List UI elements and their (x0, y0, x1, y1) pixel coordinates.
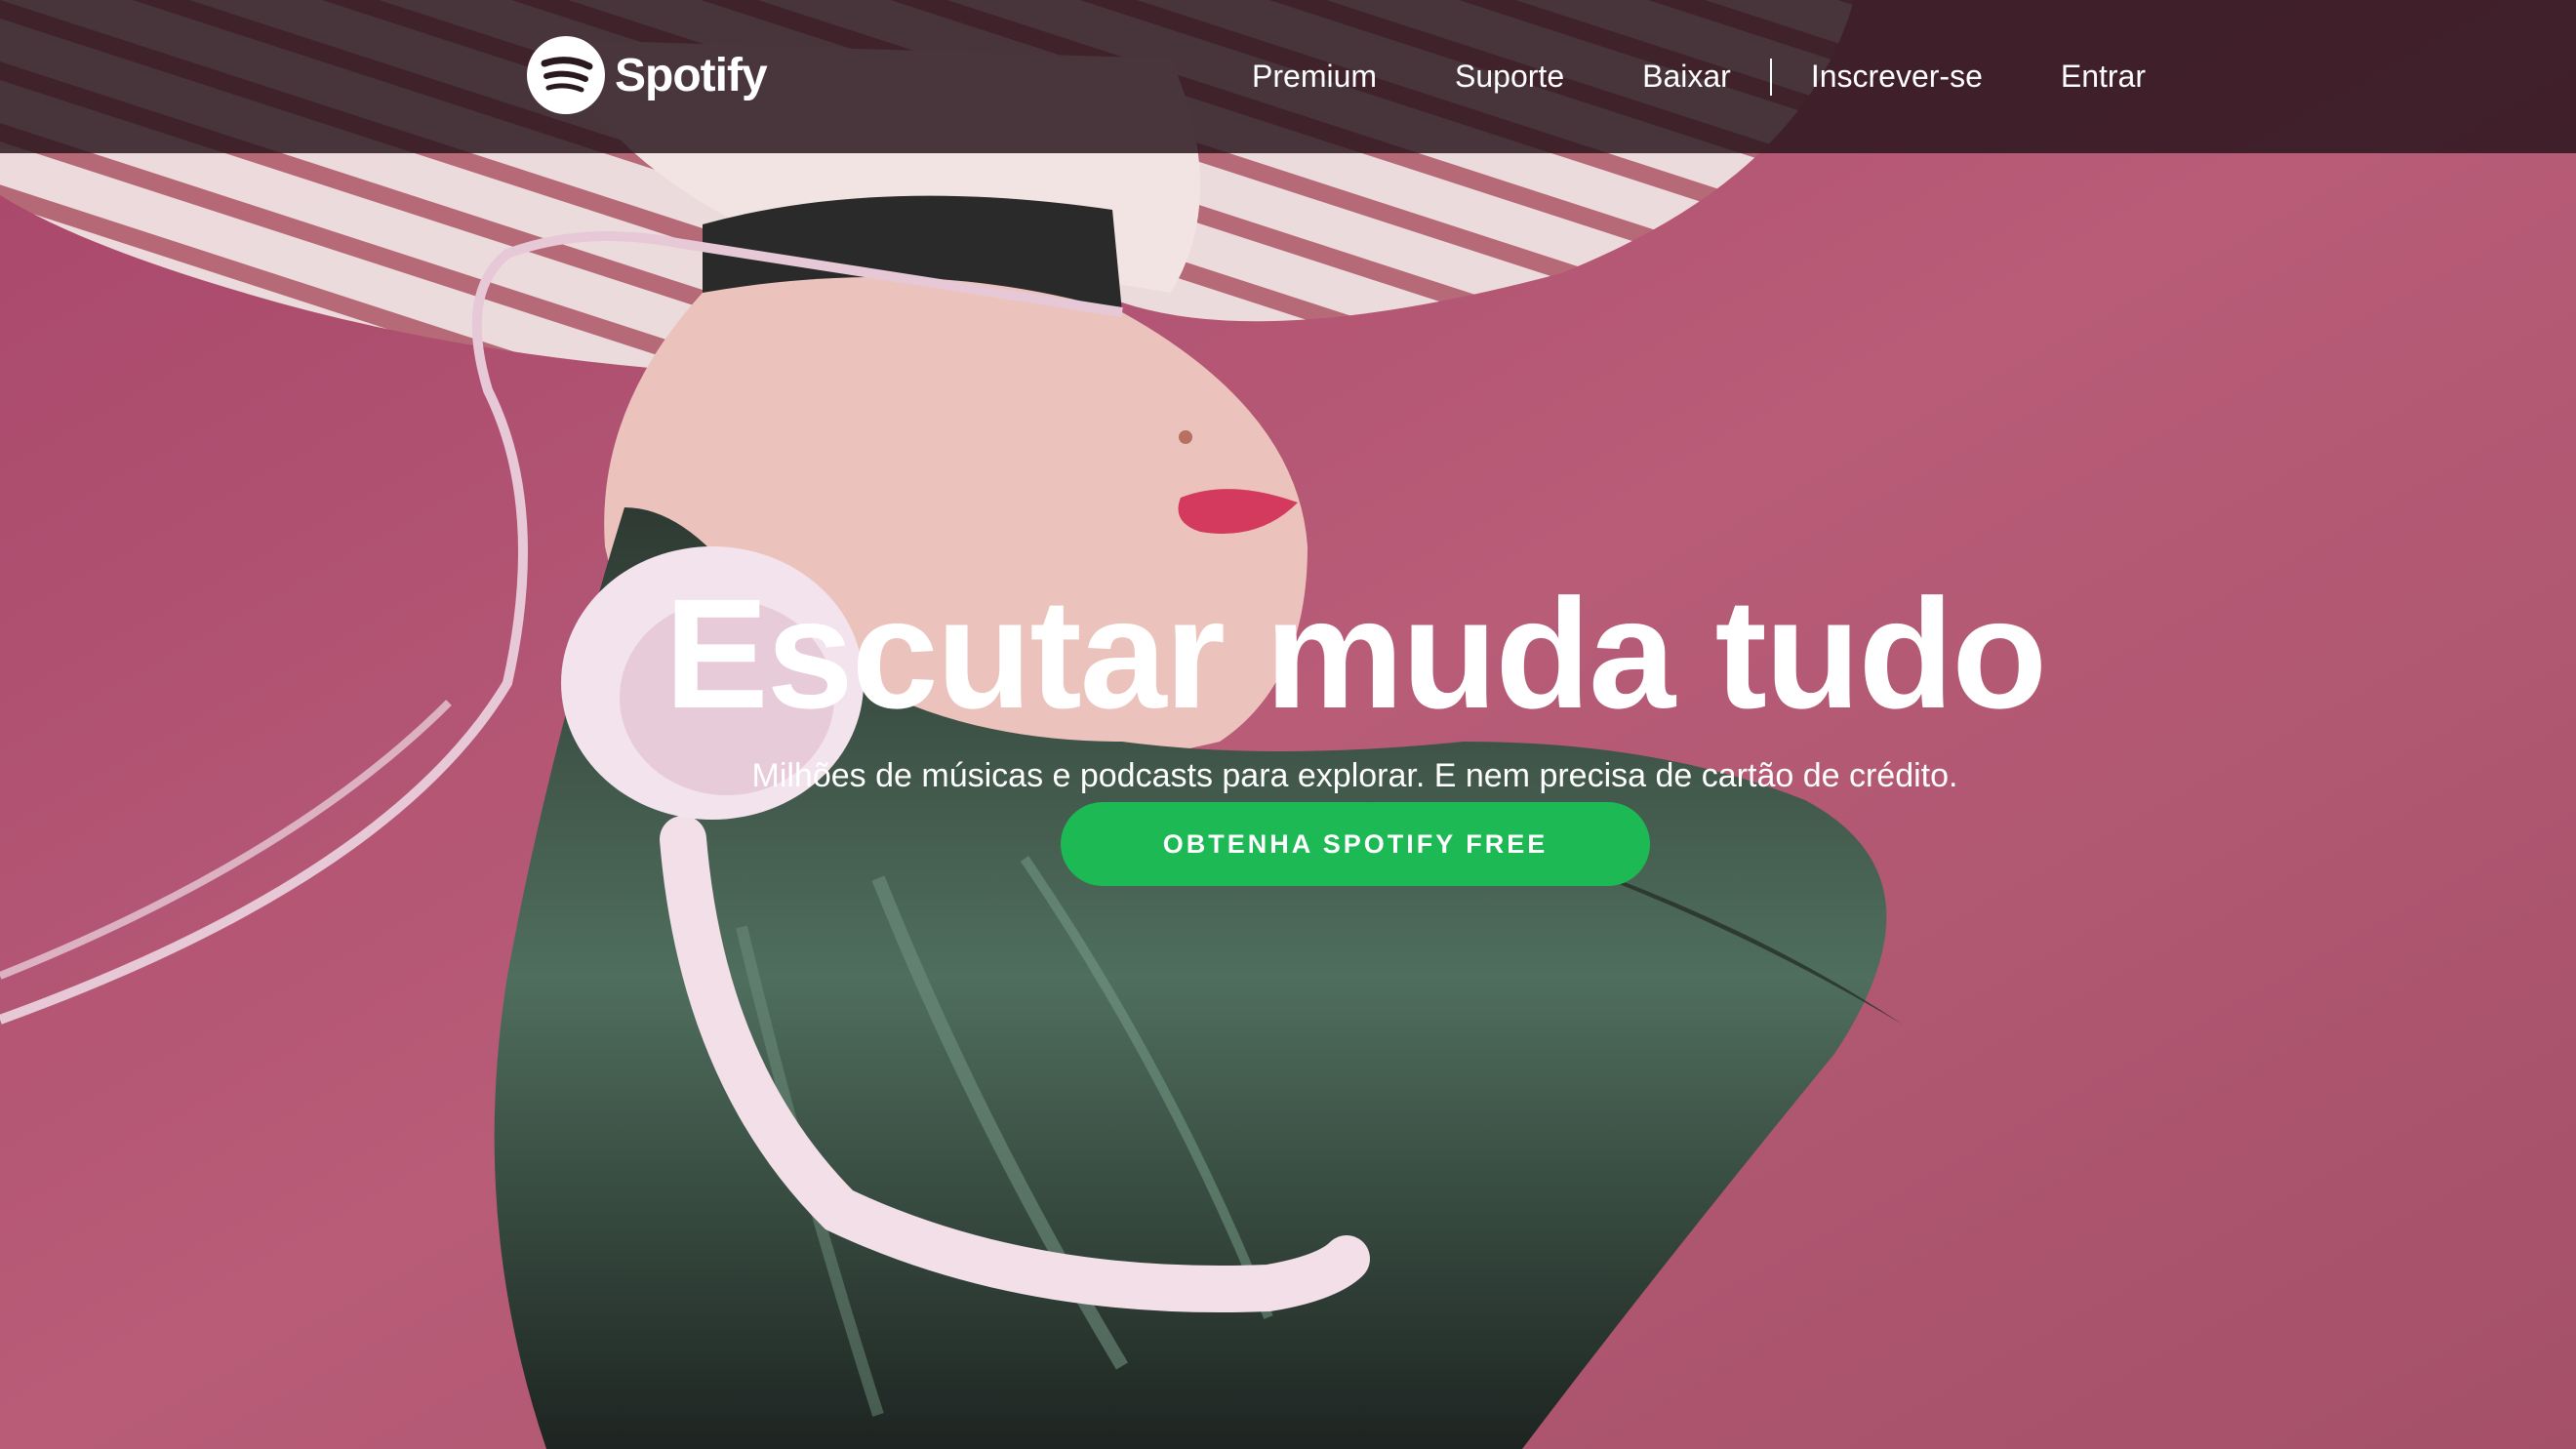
nav-baixar-link[interactable]: Baixar (1642, 59, 1731, 95)
nav-divider (1769, 58, 1772, 96)
main-nav: Premium Suporte Baixar Inscrever-se Entr… (1252, 0, 2146, 153)
landing-page: Spotify Premium Suporte Baixar Inscrever… (0, 0, 2576, 1449)
nav-suporte-link[interactable]: Suporte (1455, 59, 1564, 95)
hero-subtitle: Milhões de músicas e podcasts para explo… (751, 757, 1958, 794)
get-spotify-free-button[interactable]: OBTENHA SPOTIFY FREE (1061, 802, 1650, 886)
spotify-logo-icon (527, 36, 605, 114)
spotify-logo-link[interactable]: Spotify (527, 34, 768, 116)
top-navigation-bar: Spotify Premium Suporte Baixar Inscrever… (0, 0, 2576, 153)
hero-title: Escutar muda tudo (664, 566, 2047, 741)
nav-inscrever-se-link[interactable]: Inscrever-se (1811, 59, 1983, 95)
nav-entrar-link[interactable]: Entrar (2061, 59, 2146, 95)
logo-wordmark: Spotify (615, 49, 768, 101)
nav-premium-link[interactable]: Premium (1252, 59, 1377, 95)
